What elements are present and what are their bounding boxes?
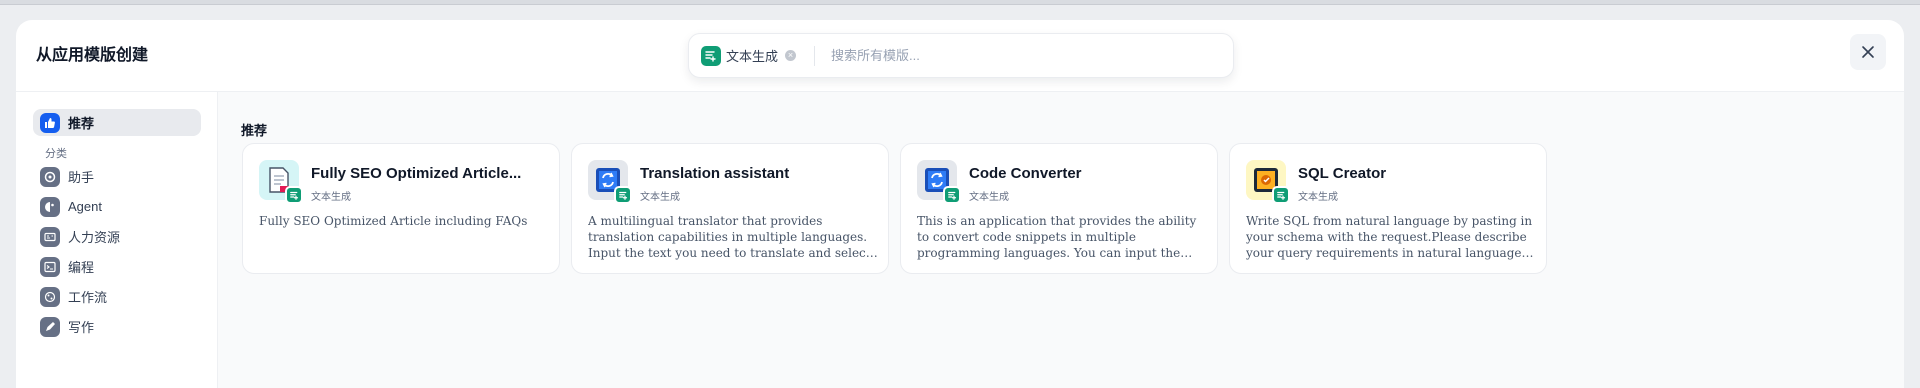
search-input[interactable]	[831, 48, 1172, 63]
sidebar-item-workflow[interactable]: 工作流	[33, 283, 201, 310]
sidebar-item-agent[interactable]: Agent	[33, 193, 201, 220]
card-name: SQL Creator	[1298, 165, 1387, 182]
card-type: 文本生成	[969, 192, 1009, 203]
category-heading: 分类	[45, 148, 67, 160]
sidebar-item-label: 工作流	[68, 290, 108, 305]
sidebar-item-programming[interactable]: 编程	[33, 253, 201, 280]
card-type: 文本生成	[640, 192, 680, 203]
agent-icon	[40, 196, 60, 217]
template-card-sql-creator[interactable]: SQL Creator 文本生成 Write SQL from natural …	[1229, 143, 1547, 274]
sidebar-item-assistant[interactable]: 助手	[33, 163, 201, 190]
sidebar-item-label: 推荐	[68, 116, 95, 131]
filter-chip-label: 文本生成	[726, 49, 779, 64]
thumbs-up-icon	[40, 112, 60, 133]
text-generation-badge-icon	[1272, 186, 1290, 204]
sidebar-item-label: 助手	[68, 170, 95, 185]
close-button[interactable]	[1850, 34, 1886, 70]
card-description: Write SQL from natural language by pasti…	[1246, 214, 1533, 260]
card-type: 文本生成	[1298, 192, 1338, 203]
assistant-icon	[40, 166, 60, 187]
card-description: A multilingual translator that provides …	[588, 214, 871, 260]
section-title: 推荐	[241, 123, 268, 138]
card-name: Translation assistant	[640, 165, 790, 182]
terminal-icon	[40, 256, 60, 277]
close-icon	[1862, 46, 1874, 58]
sidebar-item-label: Agent	[68, 199, 102, 214]
card-name: Code Converter	[969, 165, 1082, 182]
id-card-icon	[40, 226, 60, 247]
template-card-translation-assistant[interactable]: Translation assistant 文本生成 A multilingua…	[571, 143, 889, 274]
text-generation-badge-icon	[943, 186, 961, 204]
pen-icon	[40, 316, 60, 337]
card-type: 文本生成	[311, 192, 351, 203]
card-description: This is an application that provides the…	[917, 214, 1197, 260]
template-card-code-converter[interactable]: Code Converter 文本生成 This is an applicati…	[900, 143, 1218, 274]
text-generation-icon	[701, 45, 721, 66]
sidebar-item-recommended[interactable]: 推荐	[33, 109, 201, 136]
category-sidebar: 推荐 分类 助手 Agent 人力资源 编程 工作流 写作	[16, 92, 218, 388]
workflow-icon	[40, 286, 60, 307]
template-list-area: 推荐 Fully SEO Optimized Article... 文本生成 F…	[218, 92, 1904, 388]
dialog-title: 从应用模版创建	[36, 47, 149, 64]
text-generation-badge-icon	[614, 186, 632, 204]
text-generation-badge-icon	[285, 186, 303, 204]
filter-chip-text-generation[interactable]: 文本生成 ×	[701, 45, 797, 66]
dialog-header: 从应用模版创建 文本生成 ×	[16, 20, 1904, 92]
sidebar-item-label: 编程	[68, 260, 95, 275]
sidebar-item-label: 写作	[68, 320, 95, 335]
sidebar-item-writing[interactable]: 写作	[33, 313, 201, 340]
browser-top-strip	[0, 0, 1920, 5]
card-description: Fully SEO Optimized Article including FA…	[259, 214, 528, 228]
clear-filter-icon[interactable]: ×	[785, 50, 797, 61]
template-search-bar[interactable]: 文本生成 ×	[688, 33, 1234, 78]
search-divider	[814, 45, 816, 66]
sidebar-item-label: 人力资源	[68, 230, 121, 245]
template-card-seo-article[interactable]: Fully SEO Optimized Article... 文本生成 Full…	[242, 143, 560, 274]
card-name: Fully SEO Optimized Article...	[311, 165, 522, 182]
sidebar-item-hr[interactable]: 人力资源	[33, 223, 201, 250]
create-from-template-dialog: 从应用模版创建 文本生成 × 推荐 分类	[16, 20, 1904, 388]
